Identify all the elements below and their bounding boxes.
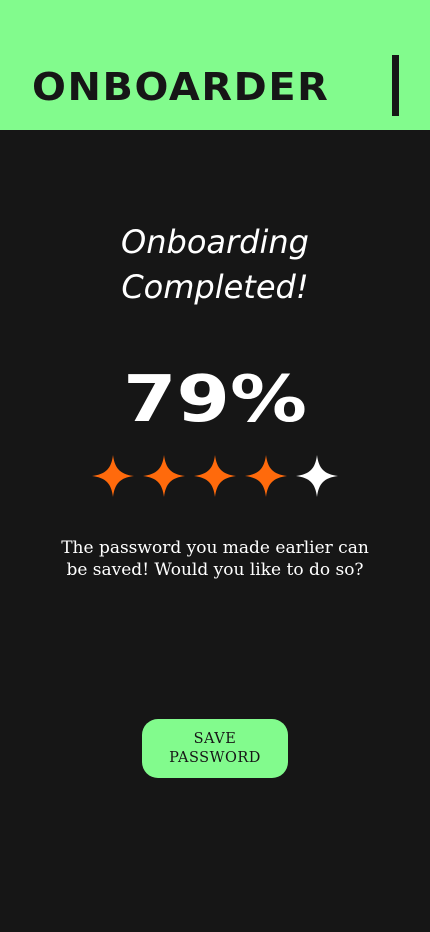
message-line-2: be saved! Would you like to do so?	[66, 560, 364, 580]
brand-cursor-bar	[392, 55, 399, 116]
header-bar: ONBOARDER	[0, 0, 430, 130]
star-rating	[92, 455, 338, 497]
star-empty-icon	[296, 455, 338, 497]
completion-percentage: 79%	[123, 363, 307, 437]
star-filled-icon	[245, 455, 287, 497]
message-line-1: The password you made earlier can	[61, 538, 369, 558]
star-filled-icon	[143, 455, 185, 497]
onboarding-complete-screen: ONBOARDER Onboarding Completed! 79% The …	[0, 0, 430, 932]
title-line-1: Onboarding	[121, 223, 309, 261]
save-password-button[interactable]: SAVE PASSWORD	[142, 719, 288, 778]
save-button-label-line-1: SAVE	[193, 730, 237, 747]
save-password-message: The password you made earlier can be sav…	[40, 537, 390, 581]
save-button-label-line-2: PASSWORD	[169, 749, 261, 766]
brand-logo: ONBOARDER	[32, 65, 330, 109]
star-filled-icon	[92, 455, 134, 497]
title-line-2: Completed!	[121, 268, 309, 306]
completion-title: Onboarding Completed!	[0, 220, 430, 310]
star-filled-icon	[194, 455, 236, 497]
